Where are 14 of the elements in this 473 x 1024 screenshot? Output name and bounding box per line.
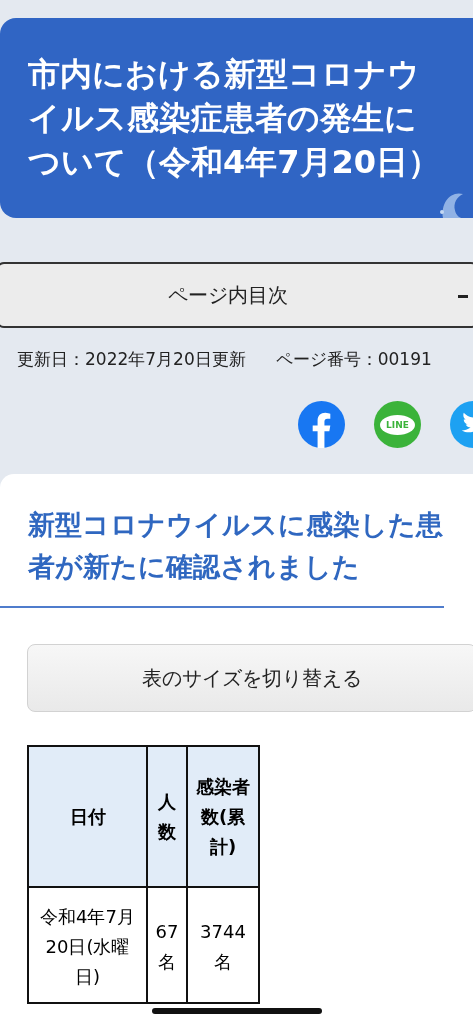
updated-date: 更新日：2022年7月20日更新 [17,348,246,371]
page-number: ページ番号：00191 [275,348,432,371]
dash-icon [458,295,468,298]
section-heading: 新型コロナウイルスに感染した患者が新たに確認されました [0,474,444,608]
column-header: 日付 [28,746,147,887]
table-cell: 67名 [147,887,187,1003]
column-header: 人数 [147,746,187,887]
toc-button[interactable]: ページ内目次 [0,262,473,328]
facebook-icon[interactable] [298,401,345,448]
table-cell: 令和4年7月20日(水曜日) [28,887,147,1003]
page-title: 市内における新型コロナウイルス感染症患者の発生について（令和4年7月20日） [27,54,442,183]
table-cell: 3744名 [187,887,259,1003]
column-header: 感染者数(累計) [187,746,259,887]
table-size-button[interactable]: 表のサイズを切り替える [27,644,473,712]
